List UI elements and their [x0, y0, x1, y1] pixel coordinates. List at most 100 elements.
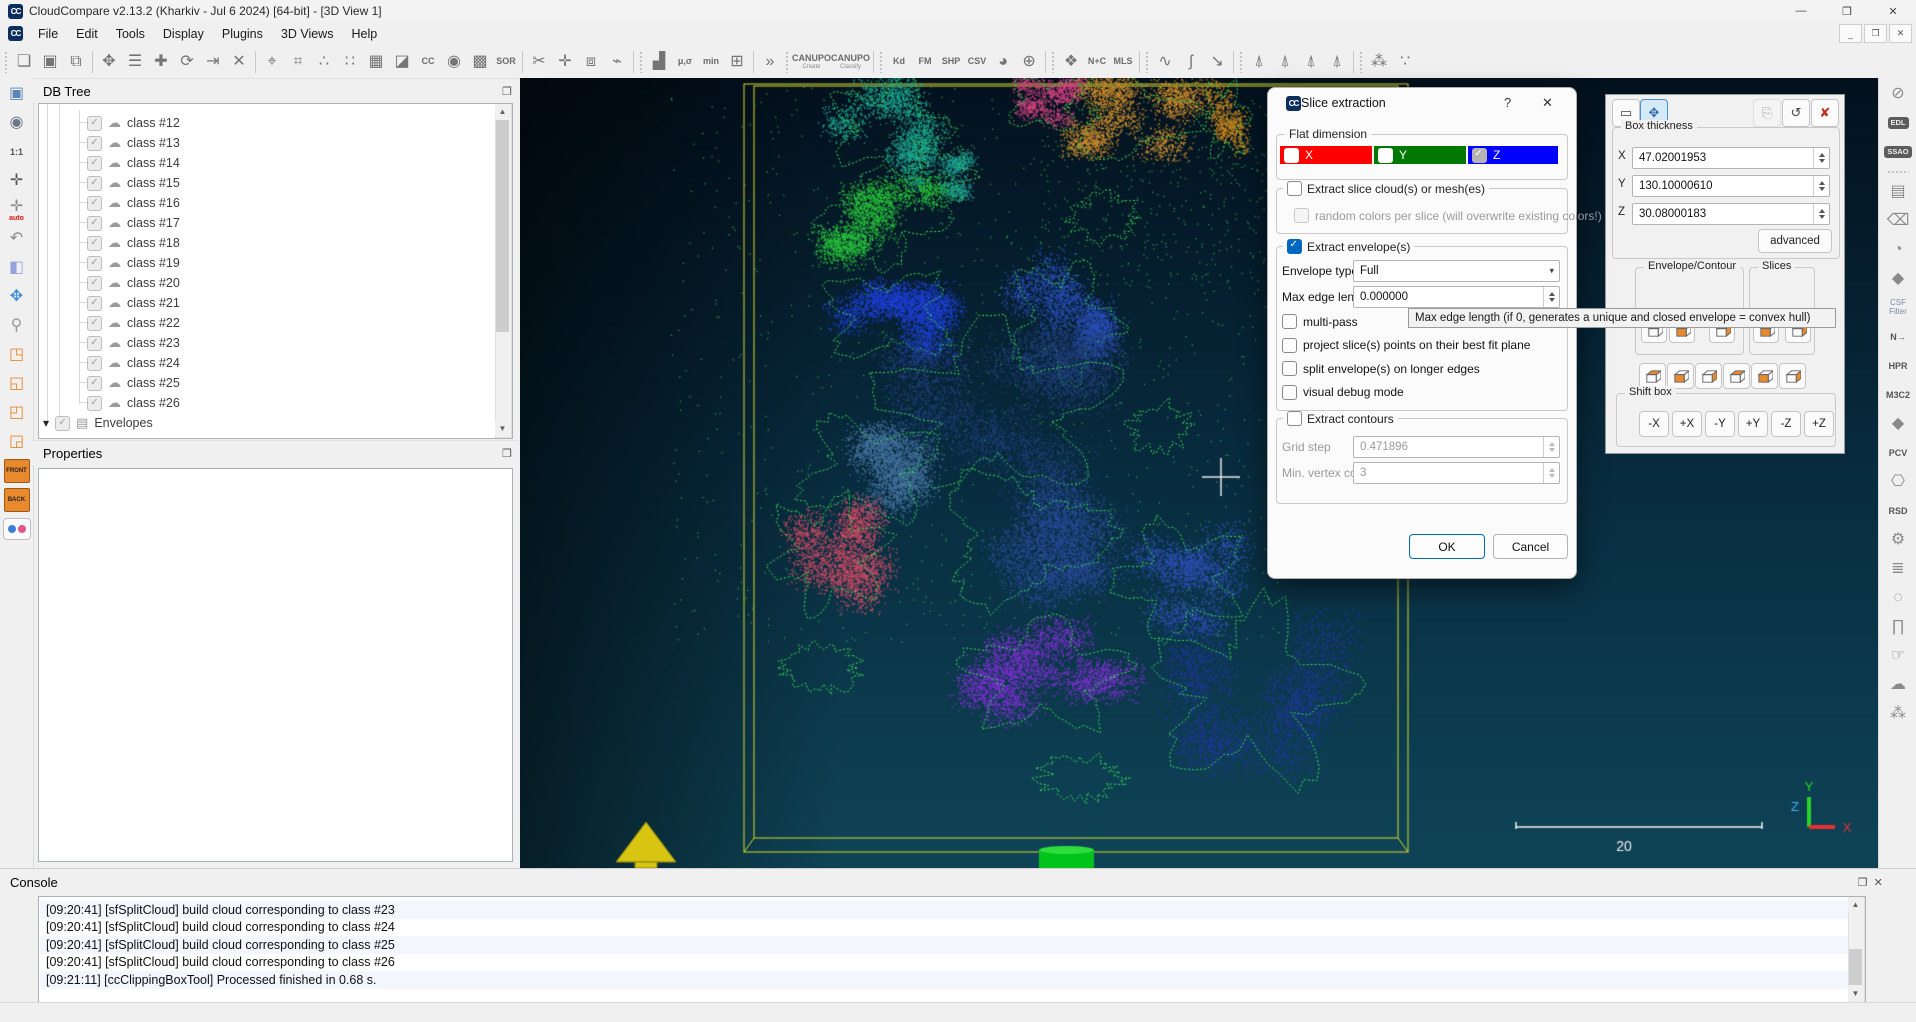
close-tool-button[interactable]: ✘ — [1811, 99, 1839, 127]
random-colors-checkbox[interactable] — [1294, 208, 1309, 223]
iso-view-cube-button[interactable]: ◧ — [3, 255, 30, 281]
thickness-z-spin[interactable]: 30.08000183 — [1632, 203, 1830, 225]
stat-mu-sigma-button[interactable]: μ,σ — [672, 49, 698, 75]
flat-dimension-z[interactable]: Z — [1468, 146, 1558, 164]
tree-item-class23[interactable]: ✓☁class #23 — [87, 333, 180, 353]
extract-envelope-checkbox[interactable] — [1287, 239, 1302, 254]
mdi-minimize-button[interactable]: _ — [1839, 24, 1862, 43]
update-sync-button[interactable]: ⟳ — [174, 49, 200, 75]
cloud-sparse-button[interactable]: ∴ — [311, 49, 337, 75]
screenshot-camera-button[interactable]: ◉ — [3, 110, 30, 136]
view-back-button[interactable]: BACK — [3, 487, 30, 513]
dimension-checkbox[interactable] — [1472, 148, 1487, 163]
cc-align-button[interactable]: CC — [415, 49, 441, 75]
plugin-puzzle-button[interactable]: ❖ — [1058, 49, 1084, 75]
trees-plugin-button[interactable]: ⁂ — [1885, 701, 1912, 727]
poisson-recon-button[interactable]: ⎔ — [1885, 469, 1912, 495]
tree-item-class14[interactable]: ✓☁class #14 — [87, 153, 180, 173]
view-box-right-button[interactable]: ◲ — [3, 429, 30, 455]
add-entity-button[interactable]: ✚ — [148, 49, 174, 75]
view-box-left-button[interactable]: ◰ — [3, 400, 30, 426]
box-face-button-4[interactable] — [1723, 363, 1750, 389]
option-project[interactable]: project slice(s) points on their best fi… — [1282, 338, 1530, 353]
tree-iso-1-button[interactable]: ⍋ — [1246, 49, 1272, 75]
global-shift-button[interactable]: ✥ — [96, 49, 122, 75]
tree-item-class12[interactable]: ✓☁class #12 — [87, 113, 180, 133]
delete-entity-button[interactable]: ✕ — [226, 49, 252, 75]
menu-display[interactable]: Display — [154, 24, 213, 44]
option-checkbox[interactable] — [1282, 385, 1297, 400]
tree-item-checkbox[interactable]: ✓ — [87, 236, 102, 251]
mdi-restore-button[interactable]: ❐ — [1864, 24, 1887, 43]
disable-shader-button[interactable]: ⊘ — [1885, 81, 1912, 107]
advanced-button[interactable]: advanced — [1758, 229, 1832, 253]
option-multi-pass[interactable]: multi-pass — [1282, 314, 1358, 329]
open-button[interactable]: ❏ — [11, 49, 37, 75]
thickness-x-spin[interactable]: 47.02001953 — [1632, 147, 1830, 169]
tree-item-class13[interactable]: ✓☁class #13 — [87, 133, 180, 153]
tree-item-checkbox[interactable]: ✓ — [87, 136, 102, 151]
option-checkbox[interactable] — [1282, 361, 1297, 376]
hpr-plugin-button[interactable]: HPR — [1885, 353, 1912, 379]
option-checkbox[interactable] — [1282, 338, 1297, 353]
tree-item-class24[interactable]: ✓☁class #24 — [87, 353, 180, 373]
canupo-classify-button[interactable]: CANUPOClassify — [831, 49, 870, 75]
m3c2-plugin-button[interactable]: M3C2 — [1885, 382, 1912, 408]
hand-picker-button[interactable]: ☞ — [1885, 643, 1912, 669]
cloud-keyboard-button[interactable]: ☁ — [1885, 672, 1912, 698]
envelope-type-combo[interactable]: Full ▾ — [1353, 260, 1560, 282]
shift-plusz-button[interactable]: +Z — [1804, 411, 1834, 437]
display-settings-button[interactable]: ▣ — [3, 81, 30, 107]
pie-slice-button[interactable]: ◕ — [990, 49, 1016, 75]
segment-cloud-button[interactable]: ◪ — [389, 49, 415, 75]
menu-plugins[interactable]: Plugins — [213, 24, 272, 44]
cross-section-box-button[interactable]: ⧈ — [578, 49, 604, 75]
layers-plugin-button[interactable]: ≣ — [1885, 556, 1912, 582]
curve-fit-button[interactable]: ∿ — [1152, 49, 1178, 75]
checker-sampling-button[interactable]: ▩ — [467, 49, 493, 75]
tree-item-checkbox[interactable]: ✓ — [87, 296, 102, 311]
compass-plugin-button[interactable]: ◔ — [1885, 237, 1912, 263]
point-picking-button[interactable]: ⌖ — [259, 49, 285, 75]
section-arrow-button[interactable]: ↘ — [1204, 49, 1230, 75]
view-box-bottom-button[interactable]: ◱ — [3, 371, 30, 397]
dialog-help-button[interactable]: ? — [1504, 95, 1511, 110]
pan-mode-button[interactable]: ✥ — [3, 284, 30, 310]
pattern-match-1-button[interactable]: ⁂ — [1366, 49, 1392, 75]
tree-item-checkbox[interactable]: ✓ — [87, 356, 102, 371]
tree-item-checkbox[interactable]: ✓ — [87, 256, 102, 271]
pattern-match-2-button[interactable]: ∵ — [1392, 49, 1418, 75]
flat-dimension-x[interactable]: X — [1280, 146, 1372, 164]
auto-pivot-button[interactable]: ✛auto — [3, 197, 30, 223]
profile-extract-button[interactable]: ʃ — [1178, 49, 1204, 75]
shelter-plugin-button[interactable]: ∏ — [1885, 614, 1912, 640]
extract-contours-checkbox[interactable] — [1287, 411, 1302, 426]
point-list-picking-button[interactable]: ⌗ — [285, 49, 311, 75]
tree-item-checkbox[interactable]: ✓ — [87, 276, 102, 291]
export-slices-button[interactable]: ⎘ — [1753, 99, 1781, 127]
restore-button[interactable]: ❐ — [1824, 0, 1870, 22]
canupo-create-button[interactable]: CANUPOCreate — [792, 49, 831, 75]
csv-export-button[interactable]: CSV — [964, 49, 990, 75]
tree-item-checkbox[interactable]: ✓ — [87, 176, 102, 191]
kd-tree-button[interactable]: Kd — [886, 49, 912, 75]
tree-item-checkbox[interactable]: ✓ — [87, 316, 102, 331]
menu-edit[interactable]: Edit — [67, 24, 107, 44]
tree-item-class26[interactable]: ✓☁class #26 — [87, 393, 180, 413]
shield-classify-button[interactable]: ◆ — [1885, 411, 1912, 437]
tree-item-class15[interactable]: ✓☁class #15 — [87, 173, 180, 193]
sample-mesh-button[interactable]: ◉ — [441, 49, 467, 75]
histogram-button[interactable]: ▟ — [646, 49, 672, 75]
option-checkbox[interactable] — [1282, 314, 1297, 329]
export-entity-button[interactable]: ⇥ — [200, 49, 226, 75]
dimension-checkbox[interactable] — [1284, 148, 1299, 163]
console-scroll-thumb[interactable] — [1849, 949, 1862, 985]
db-tree[interactable]: ✓☁class #12✓☁class #13✓☁class #14✓☁class… — [38, 103, 513, 439]
mls-smoothing-button[interactable]: MLS — [1110, 49, 1136, 75]
max-edge-spin[interactable]: 0.000000 — [1353, 286, 1560, 308]
console-float-icon[interactable]: ❐ — [1858, 876, 1868, 889]
menu-3d-views[interactable]: 3D Views — [272, 24, 343, 44]
tree-item-class25[interactable]: ✓☁class #25 — [87, 373, 180, 393]
normals-compute-button[interactable]: N+C — [1084, 49, 1110, 75]
properties-float-icon[interactable]: ❐ — [502, 447, 512, 460]
